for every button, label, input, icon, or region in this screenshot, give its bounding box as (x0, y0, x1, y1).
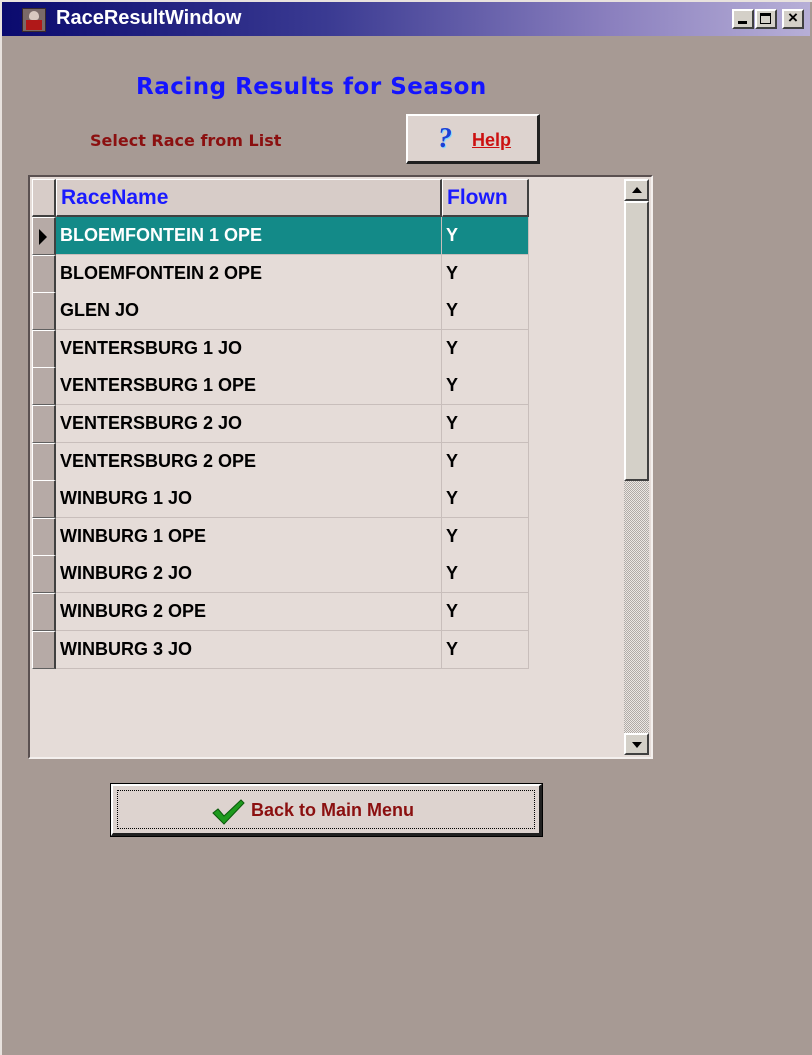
back-button-label: Back to Main Menu (251, 800, 415, 820)
table-row[interactable]: WINBURG 3 JO Y (32, 630, 529, 669)
row-indicator[interactable] (32, 217, 56, 255)
table-row[interactable]: WINBURG 1 OPE Y (32, 517, 529, 556)
flown-cell[interactable]: Y (442, 254, 529, 293)
row-indicator[interactable] (32, 367, 56, 406)
table-row[interactable]: VENTERSBURG 2 JO Y (32, 405, 529, 443)
race-name-cell[interactable]: VENTERSBURG 2 OPE (56, 442, 442, 481)
help-button[interactable]: ? Help (406, 114, 540, 164)
grid-header: RaceName Flown (32, 179, 529, 217)
row-indicator[interactable] (32, 517, 56, 556)
arrow-up-icon (632, 187, 642, 193)
race-name-cell[interactable]: WINBURG 3 JO (56, 630, 442, 669)
scroll-up-button[interactable] (624, 179, 649, 201)
race-name-cell[interactable]: WINBURG 1 OPE (56, 517, 442, 556)
column-header-flown[interactable]: Flown (442, 179, 529, 217)
flown-cell[interactable]: Y (442, 329, 529, 368)
minimize-icon (738, 21, 747, 24)
row-indicator[interactable] (32, 329, 56, 368)
row-indicator[interactable] (32, 405, 56, 443)
flown-cell[interactable]: Y (442, 442, 529, 481)
app-icon[interactable] (22, 8, 46, 32)
row-indicator[interactable] (32, 442, 56, 481)
race-name-cell[interactable]: WINBURG 2 OPE (56, 593, 442, 631)
race-name-cell[interactable]: VENTERSBURG 1 OPE (56, 367, 442, 406)
flown-cell[interactable]: Y (442, 480, 529, 519)
race-name-cell[interactable]: WINBURG 2 JO (56, 555, 442, 594)
maximize-button[interactable] (755, 9, 777, 29)
question-mark-icon: ? (438, 123, 452, 154)
table-row[interactable]: WINBURG 2 JO Y (32, 555, 529, 594)
scrollbar-thumb[interactable] (624, 201, 649, 481)
flown-cell[interactable]: Y (442, 630, 529, 669)
checkmark-icon (212, 799, 245, 825)
flown-cell[interactable]: Y (442, 367, 529, 406)
header-indicator-cell (32, 179, 56, 217)
table-row[interactable]: BLOEMFONTEIN 2 OPE Y (32, 254, 529, 293)
row-indicator[interactable] (32, 555, 56, 594)
table-row[interactable]: VENTERSBURG 2 OPE Y (32, 442, 529, 481)
close-icon: × (788, 8, 798, 27)
flown-cell[interactable]: Y (442, 217, 529, 255)
close-button[interactable]: × (782, 8, 804, 29)
race-name-cell[interactable]: VENTERSBURG 2 JO (56, 405, 442, 443)
flown-cell[interactable]: Y (442, 593, 529, 631)
help-button-label: Help (472, 130, 512, 150)
race-name-cell[interactable]: BLOEMFONTEIN 1 OPE (56, 217, 442, 255)
table-row[interactable]: BLOEMFONTEIN 1 OPE Y (32, 217, 529, 255)
select-race-label: Select Race from List (90, 131, 282, 150)
flown-cell[interactable]: Y (442, 405, 529, 443)
title-bar[interactable]: RaceResultWindow × (2, 2, 810, 36)
arrow-down-icon (632, 742, 642, 748)
row-indicator[interactable] (32, 593, 56, 631)
race-name-cell[interactable]: GLEN JO (56, 292, 442, 331)
page-title: Racing Results for Season (136, 74, 487, 100)
flown-cell[interactable]: Y (442, 555, 529, 594)
flown-cell[interactable]: Y (442, 517, 529, 556)
row-indicator[interactable] (32, 630, 56, 669)
table-row[interactable]: VENTERSBURG 1 OPE Y (32, 367, 529, 406)
table-row[interactable]: GLEN JO Y (32, 292, 529, 331)
minimize-button[interactable] (732, 9, 754, 29)
flown-cell[interactable]: Y (442, 292, 529, 331)
race-name-cell[interactable]: VENTERSBURG 1 JO (56, 329, 442, 368)
window-title: RaceResultWindow (56, 7, 242, 29)
back-to-main-menu-button[interactable]: Back to Main Menu (110, 783, 543, 837)
scroll-down-button[interactable] (624, 733, 649, 755)
race-grid[interactable]: RaceName Flown BLOEMFONTEIN 1 OPE Y BLOEMF… (28, 175, 653, 759)
current-row-arrow-icon (39, 229, 47, 245)
row-indicator[interactable] (32, 292, 56, 331)
row-indicator[interactable] (32, 254, 56, 293)
row-indicator[interactable] (32, 480, 56, 519)
column-header-racename[interactable]: RaceName (56, 179, 442, 217)
table-row[interactable]: VENTERSBURG 1 JO Y (32, 329, 529, 368)
vertical-scrollbar[interactable] (624, 179, 649, 755)
race-name-cell[interactable]: BLOEMFONTEIN 2 OPE (56, 254, 442, 293)
table-row[interactable]: WINBURG 2 OPE Y (32, 593, 529, 631)
maximize-icon (760, 13, 771, 24)
race-name-cell[interactable]: WINBURG 1 JO (56, 480, 442, 519)
table-row[interactable]: WINBURG 1 JO Y (32, 480, 529, 519)
